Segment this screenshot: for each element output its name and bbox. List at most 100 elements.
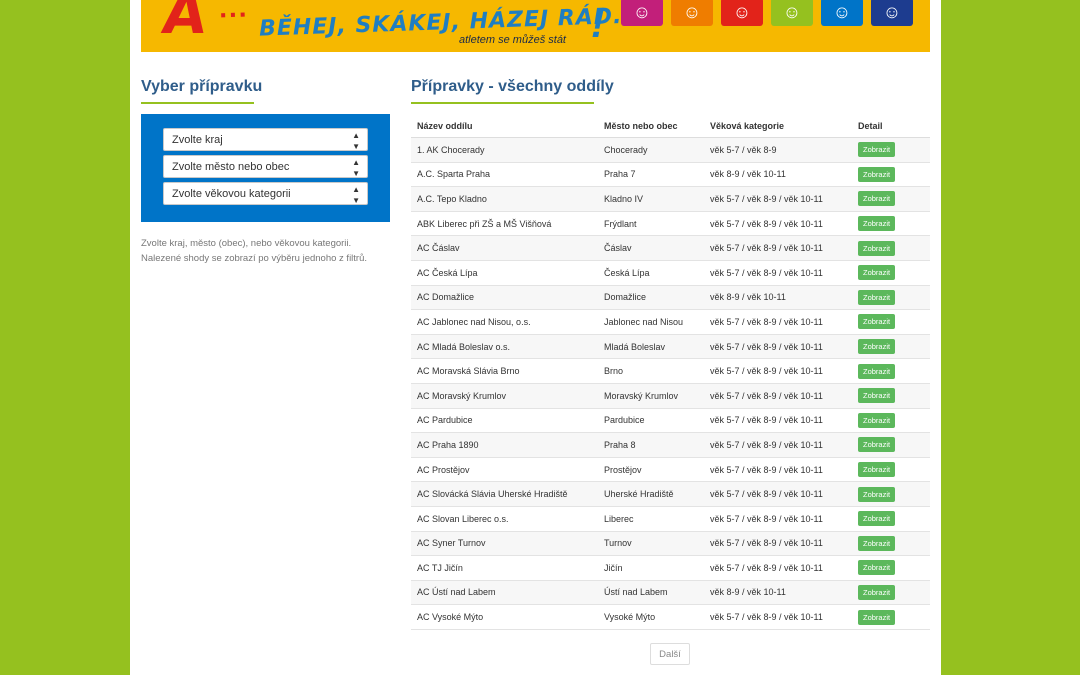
club-name-cell: AC Slovan Liberec o.s. [411,506,598,532]
club-city-cell: Turnov [598,531,704,557]
club-age-cell: věk 5-7 / věk 8-9 / věk 10-11 [704,457,852,483]
figure-icon: ☺ [721,0,763,26]
detail-cell: Zobrazit [852,604,930,630]
club-name-cell: AC Vysoké Mýto [411,604,598,630]
show-detail-button[interactable]: Zobrazit [858,142,896,158]
show-detail-button[interactable]: Zobrazit [858,166,896,182]
select-arrows-icon: ▲ ▼ [352,185,360,205]
club-age-cell: věk 5-7 / věk 8-9 / věk 10-11 [704,555,852,581]
detail-cell: Zobrazit [852,408,930,434]
city-select[interactable]: Zvolte město nebo obec ▲ ▼ [163,155,368,178]
show-detail-button[interactable]: Zobrazit [858,314,896,330]
detail-cell: Zobrazit [852,260,930,286]
club-name-cell: AC Moravská Slávia Brno [411,358,598,384]
detail-cell: Zobrazit [852,481,930,507]
figure-icon: ☺ [771,0,813,26]
detail-cell: Zobrazit [852,309,930,335]
table-body: 1. AK Chocerady Chocerady věk 5-7 / věk 8-… [411,137,930,630]
show-detail-button[interactable]: Zobrazit [858,289,896,305]
banner-tagline: atletem se můžeš stát [459,34,566,46]
club-name-cell: AC Česká Lípa [411,260,598,286]
detail-cell: Zobrazit [852,506,930,532]
club-name-cell: 1. AK Chocerady [411,137,598,163]
detail-cell: Zobrazit [852,383,930,409]
show-detail-button[interactable]: Zobrazit [858,462,896,478]
col-header-name: Název oddílu [411,114,598,138]
show-detail-button[interactable]: Zobrazit [858,486,896,502]
club-name-cell: AC Moravský Krumlov [411,383,598,409]
detail-cell: Zobrazit [852,137,930,163]
show-detail-button[interactable]: Zobrazit [858,216,896,232]
show-detail-button[interactable]: Zobrazit [858,191,896,207]
filter-heading: Vyber přípravku [141,78,263,95]
banner-slogan: BĚHEJ, SKÁKEJ, HÁZEJ RÁD... [258,3,642,42]
table-row: 1. AK Chocerady Chocerady věk 5-7 / věk 8-… [411,137,930,163]
club-city-cell: Brno [598,358,704,384]
age-select-value: Zvolte věkovou kategorii [172,188,291,200]
age-select[interactable]: Zvolte věkovou kategorii ▲ ▼ [163,182,368,205]
region-select-value: Zvolte kraj [172,134,223,146]
club-name-cell: AC Domažlice [411,285,598,311]
table-row: AC Mladá Boleslav o.s. Mladá Boleslav věk … [411,334,930,360]
club-age-cell: věk 5-7 / věk 8-9 / věk 10-11 [704,481,852,507]
region-select[interactable]: Zvolte kraj ▲ ▼ [163,128,368,151]
club-age-cell: věk 5-7 / věk 8-9 / věk 10-11 [704,260,852,286]
table-row: A.C. Sparta Praha Praha 7 věk 8-9 / věk 10… [411,162,930,188]
club-city-cell: Jablonec nad Nisou [598,309,704,335]
figure-icon: ☺ [821,0,863,26]
detail-cell: Zobrazit [852,285,930,311]
detail-cell: Zobrazit [852,235,930,261]
club-age-cell: věk 5-7 / věk 8-9 / věk 10-11 [704,383,852,409]
show-detail-button[interactable]: Zobrazit [858,240,896,256]
figure-icon: ☺ [871,0,913,26]
show-detail-button[interactable]: Zobrazit [858,412,896,428]
club-city-cell: Moravský Krumlov [598,383,704,409]
detail-cell: Zobrazit [852,186,930,212]
banner-exclaim: ! [591,2,605,46]
show-detail-button[interactable]: Zobrazit [858,609,896,625]
show-detail-button[interactable]: Zobrazit [858,511,896,527]
table-row: AC Česká Lípa Česká Lípa věk 5-7 / věk 8-9… [411,260,930,286]
col-header-city: Město nebo obec [598,114,704,138]
club-name-cell: AC Mladá Boleslav o.s. [411,334,598,360]
club-age-cell: věk 5-7 / věk 8-9 / věk 10-11 [704,408,852,434]
table-row: AC Vysoké Mýto Vysoké Mýto věk 5-7 / věk 8… [411,604,930,630]
clubs-table: Název oddílu Město nebo obec Věková kate… [411,114,930,630]
club-age-cell: věk 5-7 / věk 8-9 / věk 10-11 [704,186,852,212]
show-detail-button[interactable]: Zobrazit [858,584,896,600]
site-banner[interactable]: A ... BĚHEJ, SKÁKEJ, HÁZEJ RÁD... atlete… [141,0,930,52]
table-header-row: Název oddílu Město nebo obec Věková kate… [411,114,930,138]
select-arrows-icon: ▲ ▼ [352,158,360,178]
club-age-cell: věk 5-7 / věk 8-9 / věk 10-11 [704,358,852,384]
table-row: ABK Liberec při ZŠ a MŠ Višňová Frýdlant v… [411,211,930,237]
show-detail-button[interactable]: Zobrazit [858,388,896,404]
club-name-cell: AC Prostějov [411,457,598,483]
show-detail-button[interactable]: Zobrazit [858,560,896,576]
show-detail-button[interactable]: Zobrazit [858,363,896,379]
club-city-cell: Jičín [598,555,704,581]
detail-cell: Zobrazit [852,580,930,606]
logo-letter: A [158,0,211,47]
show-detail-button[interactable]: Zobrazit [858,339,896,355]
club-city-cell: Kladno IV [598,186,704,212]
table-row: AC Syner Turnov Turnov věk 5-7 / věk 8-9 /… [411,531,930,557]
show-detail-button[interactable]: Zobrazit [858,437,896,453]
club-city-cell: Mladá Boleslav [598,334,704,360]
club-city-cell: Pardubice [598,408,704,434]
club-city-cell: Prostějov [598,457,704,483]
next-page-button[interactable]: Další [650,643,690,665]
detail-cell: Zobrazit [852,358,930,384]
club-city-cell: Uherské Hradiště [598,481,704,507]
club-age-cell: věk 8-9 / věk 10-11 [704,162,852,188]
col-header-detail: Detail [852,114,930,138]
club-age-cell: věk 8-9 / věk 10-11 [704,285,852,311]
city-select-value: Zvolte město nebo obec [172,161,290,173]
club-age-cell: věk 5-7 / věk 8-9 / věk 10-11 [704,211,852,237]
club-city-cell: Domažlice [598,285,704,311]
club-name-cell: AC Praha 1890 [411,432,598,458]
club-age-cell: věk 5-7 / věk 8-9 [704,137,852,163]
show-detail-button[interactable]: Zobrazit [858,535,896,551]
show-detail-button[interactable]: Zobrazit [858,265,896,281]
club-name-cell: ABK Liberec při ZŠ a MŠ Višňová [411,211,598,237]
filter-panel: Zvolte kraj ▲ ▼ Zvolte město nebo obec ▲ ▼… [141,114,390,222]
